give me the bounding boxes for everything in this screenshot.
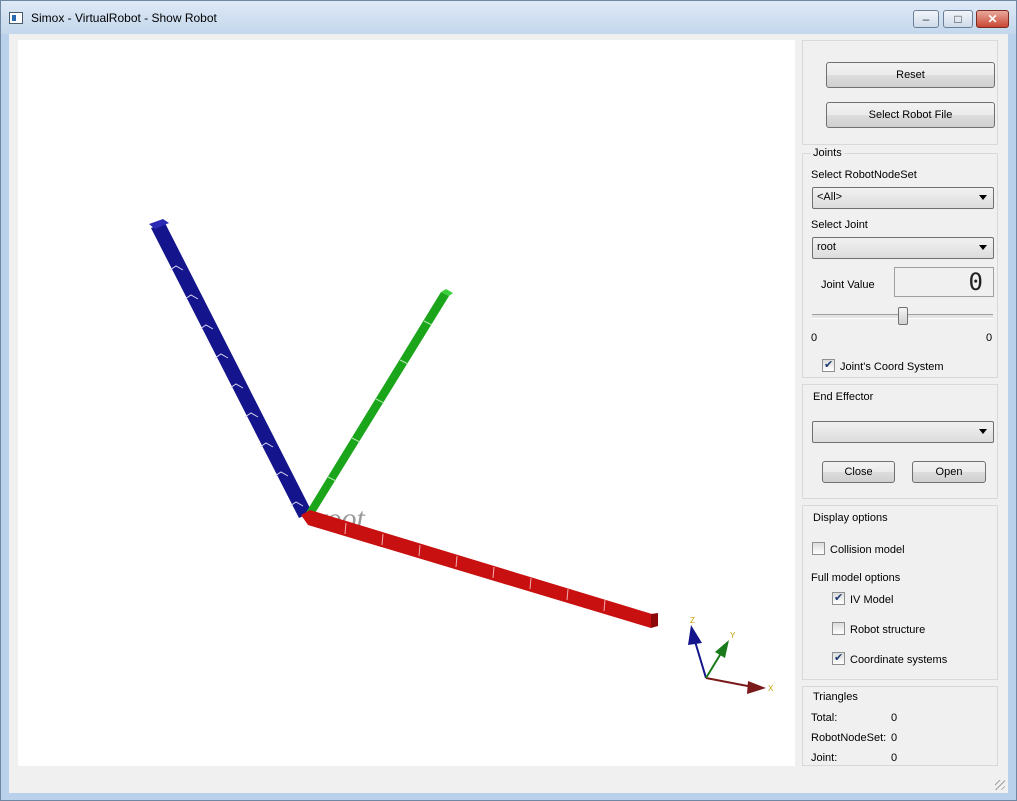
end-effector-open-button[interactable]: Open bbox=[912, 461, 986, 483]
joint-slider-handle[interactable] bbox=[897, 307, 908, 325]
triangles-robot-node-set-label: RobotNodeSet: bbox=[811, 732, 887, 744]
reset-button[interactable]: Reset bbox=[826, 62, 995, 88]
joint-select-value: root bbox=[817, 241, 836, 253]
robot-scene[interactable]: root X Y Z bbox=[18, 40, 795, 766]
joint-coord-system-label: Joint's Coord System bbox=[840, 361, 944, 373]
end-effector-select[interactable] bbox=[812, 421, 994, 443]
y-axis-label: Y bbox=[730, 631, 736, 640]
slider-min-label: 0 bbox=[811, 332, 818, 344]
title-bar[interactable]: Simox - VirtualRobot - Show Robot – □ ✕ bbox=[1, 1, 1016, 34]
iv-model-checkbox[interactable] bbox=[832, 591, 845, 605]
x-axis-label: X bbox=[768, 684, 774, 693]
control-panel: Reset Select Robot File Joints Select Ro… bbox=[799, 40, 1000, 766]
robot-z-axis bbox=[149, 219, 312, 518]
end-effector-title: End Effector bbox=[811, 391, 876, 403]
triangles-total-label: Total: bbox=[811, 712, 838, 724]
joint-value-display: 0 bbox=[894, 267, 994, 297]
joints-group-title: Joints bbox=[811, 147, 844, 159]
full-model-options-label: Full model options bbox=[811, 572, 901, 584]
robot-x-axis bbox=[301, 510, 658, 628]
main-window: Simox - VirtualRobot - Show Robot – □ ✕ bbox=[0, 0, 1017, 801]
chevron-down-icon bbox=[979, 195, 987, 200]
close-icon: ✕ bbox=[987, 12, 998, 26]
client-area: root X Y Z Reset Select Robot File Joint… bbox=[9, 34, 1008, 793]
display-options-group: Display options Collision model Full mod… bbox=[802, 505, 998, 680]
triangles-total-value: 0 bbox=[891, 712, 898, 724]
chevron-down-icon bbox=[979, 245, 987, 250]
app-icon bbox=[9, 12, 23, 24]
window-title: Simox - VirtualRobot - Show Robot bbox=[31, 11, 217, 25]
close-window-button[interactable]: ✕ bbox=[976, 10, 1009, 28]
coordinate-indicator: X Y Z bbox=[688, 616, 774, 694]
maximize-icon: □ bbox=[954, 12, 962, 26]
maximize-button[interactable]: □ bbox=[943, 10, 973, 28]
chevron-down-icon bbox=[979, 429, 987, 434]
triangles-title: Triangles bbox=[811, 691, 860, 703]
triangles-robot-node-set-value: 0 bbox=[891, 732, 898, 744]
robot-node-set-value: <All> bbox=[817, 191, 843, 203]
display-options-title: Display options bbox=[811, 512, 890, 524]
robot-y-axis bbox=[305, 289, 453, 518]
end-effector-close-button[interactable]: Close bbox=[822, 461, 895, 483]
joint-select[interactable]: root bbox=[812, 237, 994, 259]
collision-model-label: Collision model bbox=[830, 544, 905, 556]
robot-structure-label: Robot structure bbox=[850, 624, 926, 636]
collision-model-checkbox[interactable] bbox=[812, 542, 825, 555]
top-buttons-group: Reset Select Robot File bbox=[802, 40, 998, 145]
coordinate-systems-label: Coordinate systems bbox=[850, 654, 948, 666]
status-bar bbox=[9, 767, 1008, 793]
coordinate-systems-checkbox[interactable] bbox=[832, 651, 845, 665]
robot-node-set-label: Select RobotNodeSet bbox=[811, 169, 917, 181]
select-joint-label: Select Joint bbox=[811, 219, 868, 231]
end-effector-group: End Effector Close Open bbox=[802, 384, 998, 499]
select-robot-file-button[interactable]: Select Robot File bbox=[826, 102, 995, 128]
triangles-joint-label: Joint: bbox=[811, 752, 838, 764]
iv-model-label: IV Model bbox=[850, 594, 894, 606]
joint-coord-system-checkbox[interactable] bbox=[822, 358, 835, 372]
resize-grip-icon[interactable] bbox=[995, 780, 1005, 790]
joints-group: Joints Select RobotNodeSet <All> Select … bbox=[802, 147, 998, 378]
3d-viewer[interactable]: root X Y Z bbox=[18, 40, 795, 766]
robot-structure-checkbox[interactable] bbox=[832, 622, 845, 635]
z-axis-label: Z bbox=[690, 616, 695, 625]
triangles-joint-value: 0 bbox=[891, 752, 898, 764]
slider-max-label: 0 bbox=[986, 332, 993, 344]
triangles-group: Triangles Total: 0 RobotNodeSet: 0 Joint… bbox=[802, 686, 998, 766]
minimize-icon: – bbox=[922, 12, 930, 26]
minimize-button[interactable]: – bbox=[913, 10, 939, 28]
joint-value-label: Joint Value bbox=[821, 279, 875, 291]
joint-value-number: 0 bbox=[968, 268, 983, 296]
robot-node-set-select[interactable]: <All> bbox=[812, 187, 994, 209]
